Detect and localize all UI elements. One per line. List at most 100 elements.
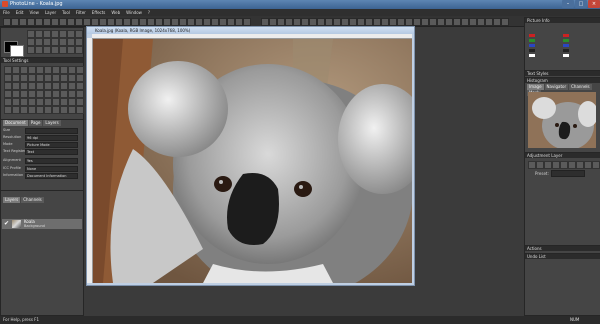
tool-option-icon[interactable] — [36, 82, 44, 90]
toolbar-button-icon[interactable] — [99, 18, 107, 26]
tool-option-icon[interactable] — [12, 90, 20, 98]
tool-button-icon[interactable] — [59, 38, 67, 46]
menu-filter[interactable]: Filter — [73, 9, 89, 16]
doc-information-button[interactable]: Document Information — [25, 173, 78, 179]
tool-button-icon[interactable] — [43, 30, 51, 38]
toolbar-button-icon[interactable] — [19, 18, 27, 26]
adjustment-icon[interactable] — [592, 161, 600, 169]
toolbar-button-icon[interactable] — [461, 18, 469, 26]
toolbar-button-icon[interactable] — [357, 18, 365, 26]
koala-photo[interactable] — [93, 39, 412, 283]
tool-option-icon[interactable] — [12, 82, 20, 90]
toolbar-button-icon[interactable] — [421, 18, 429, 26]
tab-channels[interactable]: Channels — [21, 197, 44, 203]
toolbar-button-icon[interactable] — [11, 18, 19, 26]
tool-option-icon[interactable] — [76, 74, 84, 82]
toolbar-button-icon[interactable] — [3, 18, 11, 26]
toolbar-button-icon[interactable] — [171, 18, 179, 26]
tool-button-icon[interactable] — [43, 38, 51, 46]
tool-option-icon[interactable] — [68, 74, 76, 82]
menu-web[interactable]: Web — [108, 9, 123, 16]
tool-option-icon[interactable] — [20, 106, 28, 114]
toolbar-button-icon[interactable] — [397, 18, 405, 26]
doc-resolution-field[interactable]: 96 dpi — [25, 135, 78, 141]
tool-button-icon[interactable] — [51, 46, 59, 54]
tool-option-icon[interactable] — [44, 98, 52, 106]
toolbar-button-icon[interactable] — [325, 18, 333, 26]
minimize-button[interactable]: – — [562, 0, 574, 8]
tool-option-icon[interactable] — [12, 98, 20, 106]
menu-window[interactable]: Window — [123, 9, 145, 16]
navigator-thumbnail[interactable] — [528, 92, 596, 148]
tool-button-icon[interactable] — [51, 30, 59, 38]
tool-button-icon[interactable] — [67, 38, 75, 46]
tab-navigator[interactable]: Navigator — [544, 84, 569, 90]
tool-option-icon[interactable] — [36, 106, 44, 114]
tool-option-icon[interactable] — [60, 98, 68, 106]
toolbar-button-icon[interactable] — [373, 18, 381, 26]
tool-button-icon[interactable] — [67, 30, 75, 38]
doc-text-register-field[interactable]: Text — [25, 149, 78, 155]
tool-option-icon[interactable] — [28, 98, 36, 106]
toolbar-button-icon[interactable] — [445, 18, 453, 26]
toolbar-button-icon[interactable] — [389, 18, 397, 26]
adjustment-icon[interactable] — [576, 161, 584, 169]
layer-row[interactable]: ✔ Koala Background — [2, 219, 82, 229]
tool-option-icon[interactable] — [52, 106, 60, 114]
tool-option-icon[interactable] — [4, 82, 12, 90]
tool-option-icon[interactable] — [60, 74, 68, 82]
toolbar-button-icon[interactable] — [413, 18, 421, 26]
toolbar-button-icon[interactable] — [67, 18, 75, 26]
tool-option-icon[interactable] — [60, 90, 68, 98]
tool-option-icon[interactable] — [68, 106, 76, 114]
toolbar-button-icon[interactable] — [75, 18, 83, 26]
toolbar-button-icon[interactable] — [91, 18, 99, 26]
menu-layer[interactable]: Layer — [42, 9, 59, 16]
tool-button-icon[interactable] — [27, 30, 35, 38]
tool-button-icon[interactable] — [27, 38, 35, 46]
tool-option-icon[interactable] — [52, 82, 60, 90]
tool-option-icon[interactable] — [68, 82, 76, 90]
menu-effects[interactable]: Effects — [89, 9, 109, 16]
toolbar-button-icon[interactable] — [437, 18, 445, 26]
tool-option-icon[interactable] — [4, 74, 12, 82]
toolbar-button-icon[interactable] — [35, 18, 43, 26]
tool-option-icon[interactable] — [36, 74, 44, 82]
tool-option-icon[interactable] — [36, 90, 44, 98]
tool-option-icon[interactable] — [12, 74, 20, 82]
adjustment-icon[interactable] — [528, 161, 536, 169]
toolbar-button-icon[interactable] — [203, 18, 211, 26]
toolbar-button-icon[interactable] — [453, 18, 461, 26]
toolbar-button-icon[interactable] — [501, 18, 509, 26]
toolbar-button-icon[interactable] — [317, 18, 325, 26]
background-color-swatch[interactable] — [10, 45, 24, 57]
toolbar-button-icon[interactable] — [269, 18, 277, 26]
tool-option-icon[interactable] — [76, 106, 84, 114]
tool-option-icon[interactable] — [12, 106, 20, 114]
toolbar-button-icon[interactable] — [59, 18, 67, 26]
tool-option-icon[interactable] — [20, 90, 28, 98]
toolbar-button-icon[interactable] — [261, 18, 269, 26]
tab-document[interactable]: Document — [3, 120, 28, 126]
adjustment-icon[interactable] — [544, 161, 552, 169]
toolbar-button-icon[interactable] — [43, 18, 51, 26]
toolbar-button-icon[interactable] — [243, 18, 251, 26]
tool-button-icon[interactable] — [75, 30, 83, 38]
tool-button-icon[interactable] — [59, 46, 67, 54]
menu-view[interactable]: View — [26, 9, 42, 16]
tool-option-icon[interactable] — [12, 66, 20, 74]
toolbar-button-icon[interactable] — [139, 18, 147, 26]
toolbar-button-icon[interactable] — [51, 18, 59, 26]
toolbar-button-icon[interactable] — [155, 18, 163, 26]
adjustment-icon[interactable] — [536, 161, 544, 169]
tool-option-icon[interactable] — [4, 66, 12, 74]
preset-select[interactable] — [551, 170, 585, 177]
tool-option-icon[interactable] — [60, 82, 68, 90]
adjustment-icon[interactable] — [584, 161, 592, 169]
visibility-check-icon[interactable]: ✔ — [4, 220, 9, 227]
toolbar-button-icon[interactable] — [469, 18, 477, 26]
tool-button-icon[interactable] — [35, 30, 43, 38]
toolbar-button-icon[interactable] — [195, 18, 203, 26]
adjustment-icon[interactable] — [560, 161, 568, 169]
toolbar-button-icon[interactable] — [27, 18, 35, 26]
